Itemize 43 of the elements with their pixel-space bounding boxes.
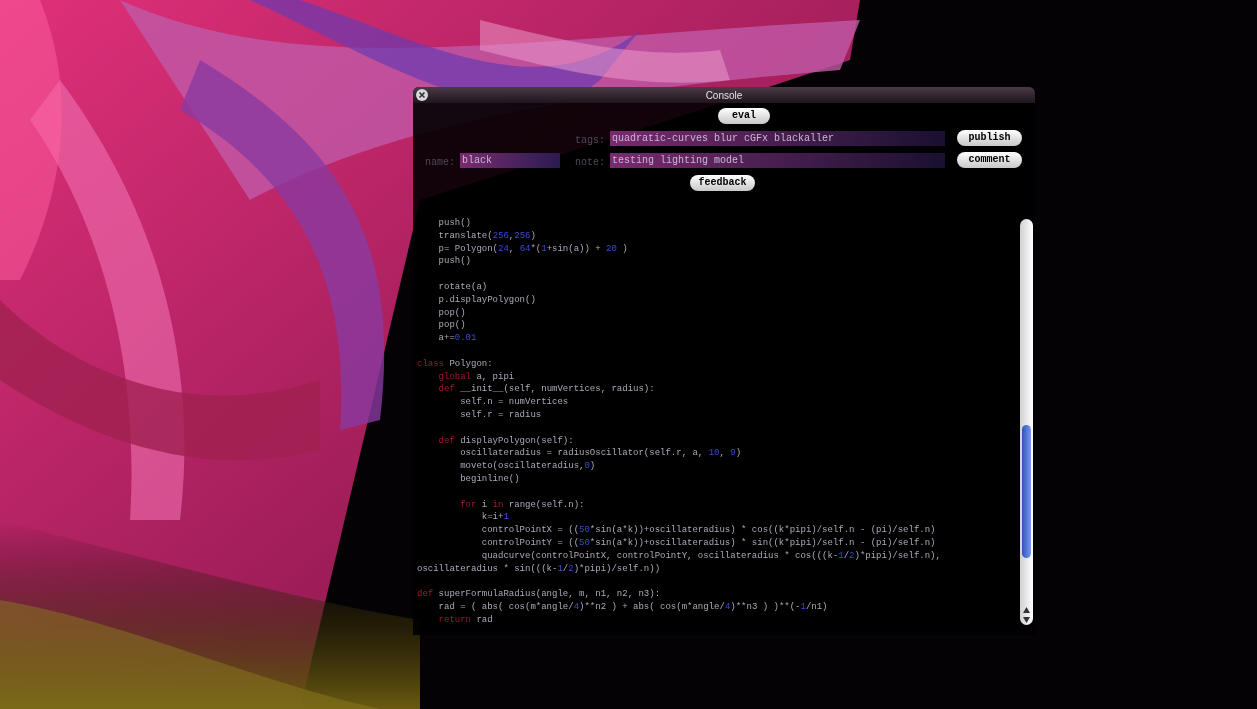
publish-button[interactable]: publish [957,130,1022,146]
code-line: oscillateradius = radiusOscillator(self.r, a, 10, 9) [459,447,743,461]
input-field[interactable]: testing lighting model [610,153,945,168]
code-line: a+=0.01 [437,332,478,345]
code-line: pop() [437,319,467,333]
code-line: oscillateradius * sin(((k-1/2)*pipi)/self.n)) [417,562,662,576]
code-line: def superFormulaRadius(angle, m, n1, n2, n3): [417,588,662,601]
code-line: self.n = numVertices [459,396,570,409]
input-field[interactable]: black [460,153,560,168]
input-field[interactable]: quadratic-curves blur cGFx blackaller [610,131,945,146]
code-line: rotate(a) [437,281,489,294]
scroll-up-icon[interactable] [1023,607,1030,613]
code-line: beginline() [459,472,521,486]
code-line: push() [437,255,472,269]
code-line: quadcurve(controlPointX, controlPointY, oscillateradius * cos(((k-1/2)*pipi)/self.n), [480,549,942,563]
code-line: self.r = radius [459,408,543,422]
scrollbar[interactable] [1020,219,1033,625]
code-line: p.displayPolygon() [437,293,537,307]
eval-button[interactable]: eval [718,108,770,124]
close-icon[interactable] [416,89,428,101]
code-line: return rad [437,613,494,627]
code-line: for i in range(self.n): [459,498,586,512]
code-line: def displayPolygon(self): [437,434,575,448]
scrollbar-thumb[interactable] [1022,425,1031,558]
feedback-button[interactable]: feedback [690,175,755,191]
code-line: global a, pipi [437,370,516,384]
code-line: pop() [437,306,467,320]
code-line: k=i+1 [480,511,510,525]
comment-button[interactable]: comment [957,152,1022,168]
code-line: rad = ( abs( cos(m*angle/4)**n2 ) + abs( cos(m*angle/4)**n3 ) )**(-1/n1) [437,600,829,614]
code-line: controlPointX = ((50*sin(a*k))+oscillateradius) * cos((k*pipi)/self.n - (pi)/self.n) [480,524,937,537]
code-line: p= Polygon(24, 64*(1+sin(a)) + 20 ) [437,242,629,256]
field-label: name: [425,156,455,170]
code-line: def __init__(self, numVertices, radius): [437,383,656,397]
code-line: class Polygon: [417,357,494,371]
field-label: tags: [575,134,605,148]
scroll-down-icon[interactable] [1023,617,1030,623]
window-title: Console [705,88,743,103]
code-line: controlPointY = ((50*sin(a*k))+oscillateradius) * sin((k*pipi)/self.n - (pi)/self.n) [480,536,937,550]
field-label: note: [575,156,605,170]
code-line: translate(256,256) [437,229,537,243]
code-line: push() [437,217,472,230]
code-line: moveto(oscillateradius,0) [459,460,597,473]
